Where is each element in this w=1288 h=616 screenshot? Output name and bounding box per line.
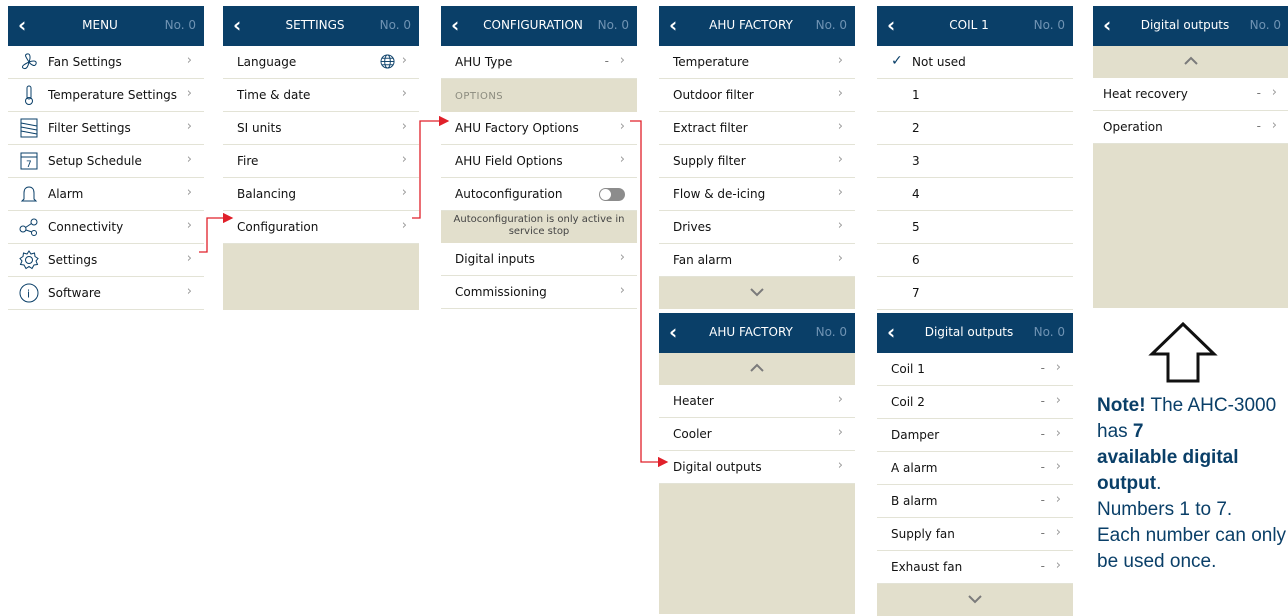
connector-settings-to-configuration: [199, 212, 234, 253]
connector-configuration-to-factory-options: [412, 115, 450, 219]
connector-factory-options-to-digital-outputs: [630, 120, 669, 468]
navigation-connectors: [199, 115, 669, 468]
